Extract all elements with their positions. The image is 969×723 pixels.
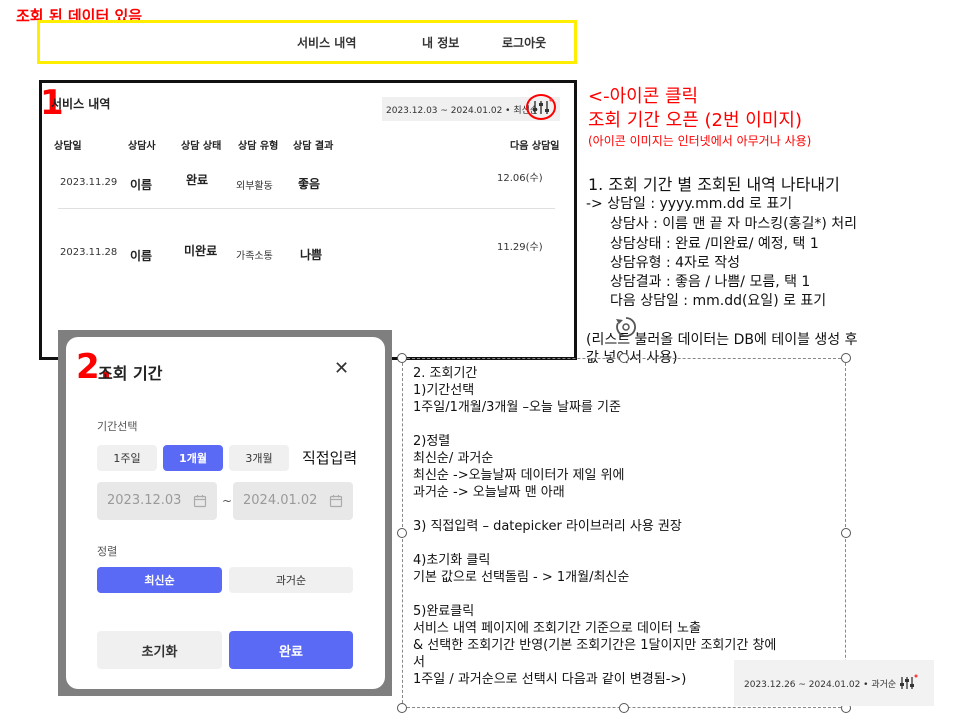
- annotation-line-result: 상담결과 : 좋음 / 나쁨/ 모름, 택 1: [610, 274, 811, 290]
- rotate-handle-icon[interactable]: [613, 314, 639, 340]
- row2-status: 미완료: [184, 244, 218, 258]
- note-line: [413, 416, 776, 433]
- period-1week-button[interactable]: 1주일: [97, 445, 157, 471]
- filter-icon[interactable]: [897, 672, 919, 692]
- service-history-panel: [39, 80, 577, 360]
- modal-title: 조회 기간: [98, 364, 163, 383]
- row2-type: 가족소통: [236, 251, 273, 262]
- note-line: 기본 값으로 선택돌림 - > 1개월/최신순: [413, 570, 630, 585]
- date-separator: ~: [222, 494, 233, 508]
- annotation-line-status: 상담상태 : 완료 /미완료/ 예정, 택 1: [610, 236, 819, 252]
- note-line: 서비스 내역 페이지에 조회기간 기준으로 데이터 노출: [413, 621, 701, 636]
- resize-handle[interactable]: [619, 703, 629, 713]
- sort-oldest-button[interactable]: 과거순: [229, 567, 353, 593]
- note-line: 1주일 / 과거순으로 선택시 다음과 같이 변경됨->): [413, 672, 687, 687]
- row2-date: 2023.11.28: [60, 247, 118, 258]
- filter-icon-highlight[interactable]: [526, 94, 556, 120]
- annotation-line-type: 상담유형 : 4자로 작성: [610, 255, 741, 271]
- row1-type: 외부활동: [236, 181, 273, 192]
- note-line: [413, 501, 776, 518]
- note-line: 최신순 ->오늘날짜 데이터가 제일 위에: [413, 468, 625, 483]
- annotation-icon-click: <-아이콘 클릭: [588, 86, 699, 107]
- col-type: 상담 유형: [238, 141, 279, 152]
- done-button[interactable]: 완료: [229, 631, 353, 669]
- row-divider: [58, 208, 555, 209]
- resize-handle[interactable]: [397, 703, 407, 713]
- row1-status: 완료: [186, 173, 209, 187]
- calendar-icon[interactable]: [329, 494, 343, 508]
- note-line: 1)기간선택: [413, 383, 475, 398]
- calendar-icon[interactable]: [193, 494, 207, 508]
- note-line: 2)정렬: [413, 434, 451, 449]
- note-line: 4)초기화 클릭: [413, 553, 491, 568]
- nav-my-info[interactable]: 내 정보: [422, 34, 459, 51]
- row2-counselor: 이름: [130, 249, 153, 263]
- annotation-line-next-date: 다음 상담일 : mm.dd(요일) 로 표기: [610, 293, 827, 309]
- annotation-line-date: -> 상담일 : yyyy.mm.dd 로 표기: [586, 196, 793, 212]
- filter-summary-text: 2023.12.03 ~ 2024.01.02 • 최신순: [386, 106, 539, 116]
- period-label: 기간선택: [97, 420, 138, 433]
- note-line: [413, 535, 776, 552]
- resize-handle[interactable]: [397, 353, 407, 363]
- date-to-field[interactable]: 2024.01.02: [233, 482, 353, 520]
- col-status: 상담 상태: [181, 141, 222, 152]
- period-3month-button[interactable]: 3개월: [229, 445, 289, 471]
- col-counselor: 상담사: [128, 141, 156, 152]
- row1-result: 좋음: [298, 177, 321, 191]
- row2-result: 나쁨: [300, 248, 323, 262]
- nav-service-history[interactable]: 서비스 내역: [297, 34, 356, 51]
- row1-next-date: 12.06(수): [497, 173, 543, 184]
- note-line: 2. 조회기간: [413, 366, 478, 381]
- sort-label: 정렬: [97, 545, 118, 558]
- resize-handle[interactable]: [841, 353, 851, 363]
- note-line: & 선택한 조회기간 반영(기본 조회기간은 1달이지만 조회기간 창에: [413, 638, 777, 653]
- note-line: 3) 직접입력 – datepicker 라이브러리 사용 권장: [413, 519, 682, 534]
- row2-next-date: 11.29(수): [497, 242, 543, 253]
- close-icon[interactable]: ✕: [334, 358, 349, 379]
- annotation-line-counselor: 상담사 : 이름 맨 끝 자 마스킹(홍길*) 처리: [610, 216, 857, 232]
- note-line: 과거순 -> 오늘날짜 맨 아래: [413, 485, 565, 500]
- note-line: [413, 586, 776, 603]
- nav-logout[interactable]: 로그아웃: [502, 34, 546, 51]
- note-line: 최신순/ 과거순: [413, 451, 494, 466]
- resize-handle[interactable]: [619, 353, 629, 363]
- col-result: 상담 결과: [293, 141, 334, 152]
- note-line: 서: [413, 655, 425, 670]
- sort-latest-button[interactable]: 최신순: [97, 567, 222, 593]
- annotation-icon-note: (아이콘 이미지는 인터넷에서 아무거나 사용): [588, 134, 812, 148]
- notes-text: 2. 조회기간 1)기간선택 1주일/1개월/3개월 –오늘 날짜를 기준 2)…: [413, 365, 776, 688]
- note-line: 5)완료클릭: [413, 604, 475, 619]
- col-next-date: 다음 상담일: [510, 141, 560, 152]
- row1-date: 2023.11.29: [60, 177, 118, 188]
- row1-counselor: 이름: [130, 178, 153, 192]
- date-from-value: 2023.12.03: [107, 493, 182, 508]
- service-history-title: 서비스 내역: [51, 97, 111, 111]
- resize-handle[interactable]: [841, 528, 851, 538]
- col-date: 상담일: [54, 141, 82, 152]
- note-line: 1주일/1개월/3개월 –오늘 날짜를 기준: [413, 400, 621, 415]
- annotation-list-heading: 1. 조회 기간 별 조회된 내역 나타내기: [588, 175, 840, 194]
- annotation-open-period: 조회 기간 오픈 (2번 이미지): [588, 110, 802, 131]
- filter-icon[interactable]: [528, 96, 554, 118]
- date-from-field[interactable]: 2023.12.03: [97, 482, 217, 520]
- period-1month-button[interactable]: 1개월: [163, 445, 223, 471]
- example-filter-summary: 2023.12.26 ~ 2024.01.02 • 과거순: [734, 660, 934, 706]
- example-filter-text: 2023.12.26 ~ 2024.01.02 • 과거순: [744, 680, 897, 690]
- direct-input-label[interactable]: 직접입력: [302, 447, 357, 468]
- resize-handle[interactable]: [397, 528, 407, 538]
- date-to-value: 2024.01.02: [243, 493, 318, 508]
- reset-button[interactable]: 초기화: [97, 631, 222, 669]
